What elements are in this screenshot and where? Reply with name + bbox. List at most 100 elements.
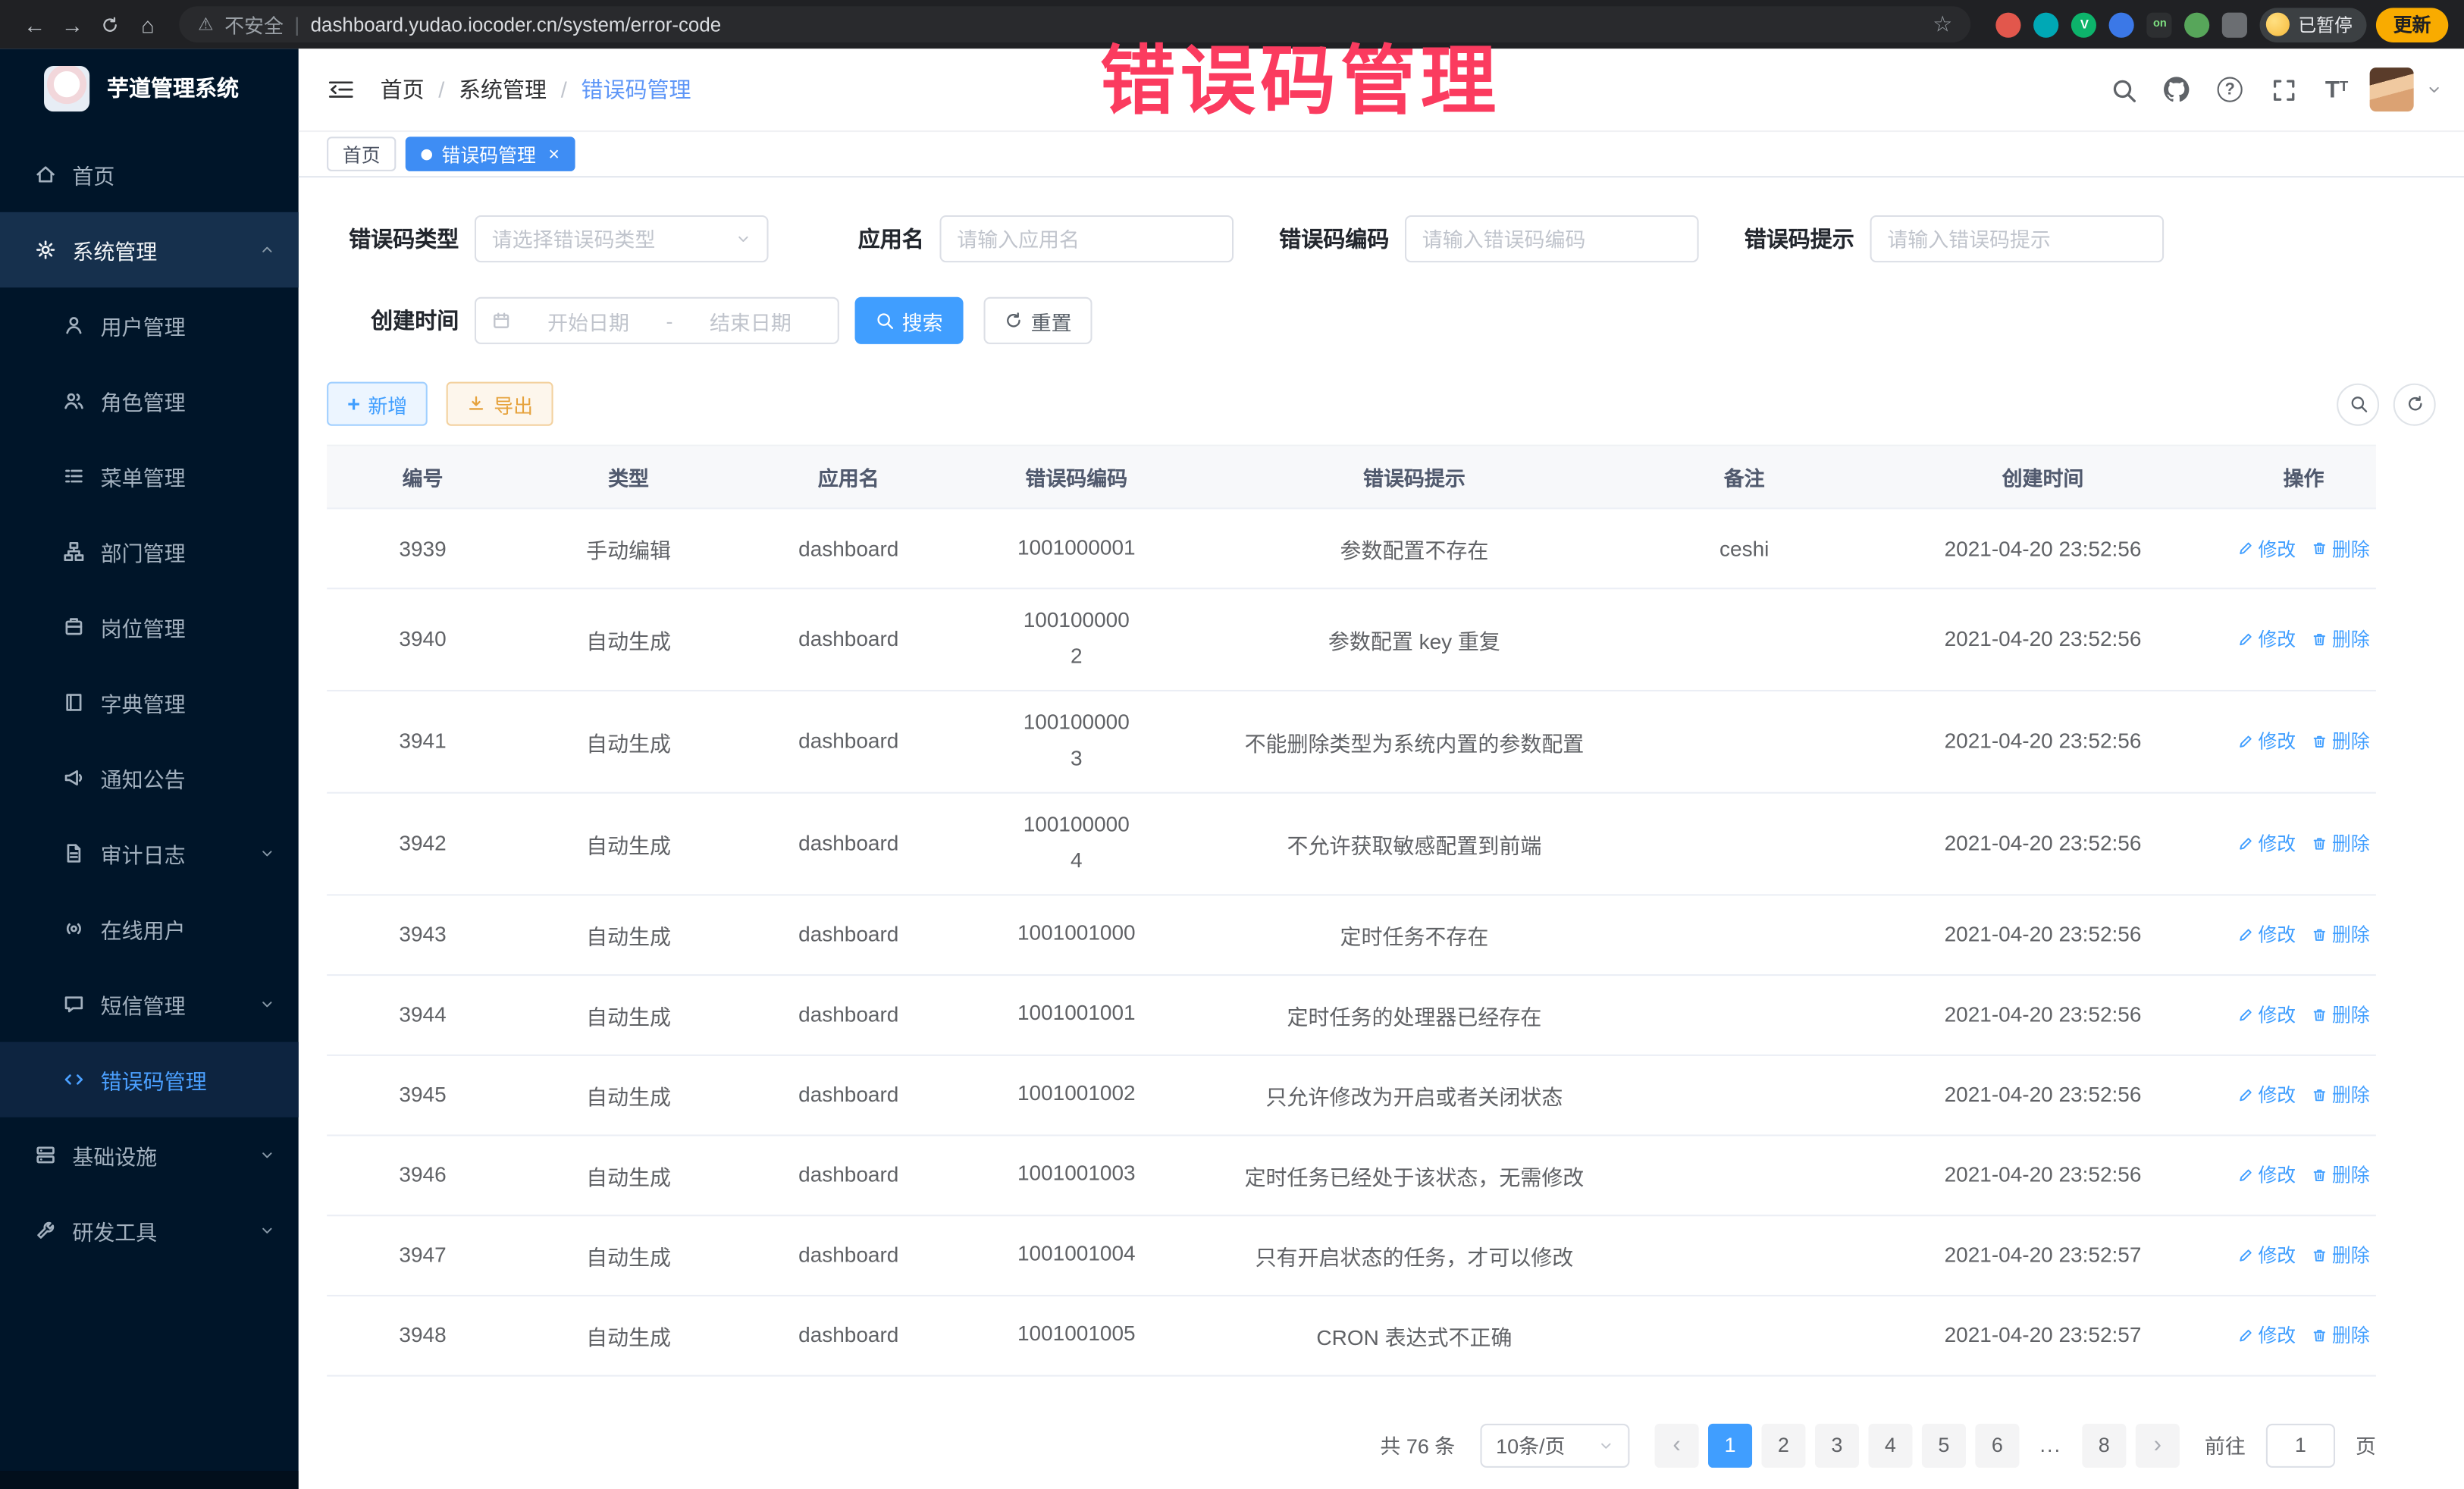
address-bar[interactable]: ⚠ 不安全 | dashboard.yudao.iocoder.cn/syste… <box>179 6 1971 42</box>
breadcrumb-home[interactable]: 首页 <box>381 74 425 105</box>
page-button-6[interactable]: 6 <box>1975 1423 2019 1467</box>
error-code-input[interactable] <box>1422 227 1682 251</box>
page-size-select[interactable]: 10条/页 <box>1480 1423 1629 1467</box>
delete-link[interactable]: 删除 <box>2312 830 2370 857</box>
sidebar-item-menus[interactable]: 菜单管理 <box>0 438 299 513</box>
sidebar-item-audit-logs[interactable]: 审计日志 <box>0 816 299 891</box>
refresh-table-button[interactable] <box>2393 383 2436 425</box>
sidebar-item-sms[interactable]: 短信管理 <box>0 967 299 1042</box>
help-button[interactable]: ? <box>2209 69 2250 110</box>
extension-icon-red[interactable] <box>1996 12 2021 37</box>
url-text[interactable]: dashboard.yudao.iocoder.cn/system/error-… <box>311 14 1922 36</box>
page-button-2[interactable]: 2 <box>1761 1423 1805 1467</box>
delete-link[interactable]: 删除 <box>2312 626 2370 653</box>
reset-button[interactable]: 重置 <box>984 297 1092 344</box>
sidebar-item-dictionary[interactable]: 字典管理 <box>0 665 299 740</box>
chevron-down-icon <box>259 1147 275 1163</box>
app-name-field[interactable] <box>939 215 1234 262</box>
sidebar-item-positions[interactable]: 岗位管理 <box>0 589 299 664</box>
user-avatar[interactable] <box>2370 67 2414 111</box>
sidebar-item-label: 角色管理 <box>101 385 186 416</box>
delete-link[interactable]: 删除 <box>2312 535 2370 562</box>
search-button[interactable]: 搜索 <box>855 297 964 344</box>
sidebar-item-error-codes[interactable]: 错误码管理 <box>0 1042 299 1117</box>
edit-link[interactable]: 修改 <box>2237 1081 2296 1108</box>
delete-link[interactable]: 删除 <box>2312 1002 2370 1028</box>
sidebar-item-dev-tools[interactable]: 研发工具 <box>0 1193 299 1268</box>
page-button-5[interactable]: 5 <box>1922 1423 1966 1467</box>
extension-icon-blue[interactable] <box>2110 12 2135 37</box>
sidebar-item-online-users[interactable]: 在线用户 <box>0 891 299 966</box>
page-button-8[interactable]: 8 <box>2082 1423 2126 1467</box>
page-button-3[interactable]: 3 <box>1815 1423 1859 1467</box>
goto-page-input[interactable] <box>2266 1423 2335 1467</box>
delete-link[interactable]: 删除 <box>2312 728 2370 754</box>
cell-hint: 不允许获取敏感配置到前端 <box>1194 804 1634 883</box>
browser-forward-button[interactable]: → <box>53 5 91 43</box>
sidebar-item-system[interactable]: 系统管理 <box>0 212 299 287</box>
profile-paused-chip[interactable]: 已暂停 <box>2261 7 2367 42</box>
app-name-input[interactable] <box>957 227 1216 251</box>
pencil-icon <box>2237 1167 2253 1183</box>
edit-link[interactable]: 修改 <box>2237 1242 2296 1268</box>
delete-link[interactable]: 删除 <box>2312 1081 2370 1108</box>
edit-link[interactable]: 修改 <box>2237 1002 2296 1028</box>
error-type-select-input[interactable] <box>492 227 726 251</box>
delete-link[interactable]: 删除 <box>2312 1242 2370 1268</box>
extension-icon-on-badge[interactable]: on <box>2147 12 2172 37</box>
delete-link[interactable]: 删除 <box>2312 1161 2370 1188</box>
cell-id: 3942 <box>327 808 519 879</box>
prev-page-button[interactable]: ‹ <box>1654 1423 1698 1467</box>
page-button-4[interactable]: 4 <box>1868 1423 1912 1467</box>
avatar-chevron-down-icon[interactable] <box>2426 82 2442 98</box>
export-button[interactable]: 导出 <box>447 382 553 426</box>
edit-link[interactable]: 修改 <box>2237 728 2296 754</box>
toggle-search-button[interactable] <box>2337 383 2379 425</box>
sidebar-item-departments[interactable]: 部门管理 <box>0 514 299 589</box>
extension-icon-green-v[interactable]: V <box>2072 12 2097 37</box>
app-logo[interactable]: 芋道管理系统 <box>0 49 299 127</box>
tab-error-codes[interactable]: 错误码管理 × <box>406 136 575 171</box>
error-type-select[interactable] <box>475 215 769 262</box>
edit-link[interactable]: 修改 <box>2237 535 2296 562</box>
next-page-button[interactable]: › <box>2136 1423 2180 1467</box>
github-link[interactable] <box>2156 69 2197 110</box>
extensions-puzzle-icon[interactable] <box>2223 12 2248 37</box>
delete-link[interactable]: 删除 <box>2312 921 2370 948</box>
sidebar-item-roles[interactable]: 角色管理 <box>0 363 299 438</box>
edit-link[interactable]: 修改 <box>2237 830 2296 857</box>
error-hint-field[interactable] <box>1870 215 2165 262</box>
add-button[interactable]: + 新增 <box>327 382 428 426</box>
header-search-button[interactable] <box>2102 69 2143 110</box>
error-code-field[interactable] <box>1405 215 1699 262</box>
tab-home[interactable]: 首页 <box>327 136 396 171</box>
extension-icon-teal[interactable] <box>2034 12 2059 37</box>
edit-link[interactable]: 修改 <box>2237 1161 2296 1188</box>
page-ellipsis-button[interactable]: ... <box>2029 1423 2073 1467</box>
page-button-1[interactable]: 1 <box>1708 1423 1752 1467</box>
create-time-range-picker[interactable]: 开始日期 - 结束日期 <box>475 297 839 344</box>
browser-back-button[interactable]: ← <box>16 5 54 43</box>
collapse-menu-button[interactable] <box>321 69 362 110</box>
sidebar-item-users[interactable]: 用户管理 <box>0 287 299 362</box>
edit-link[interactable]: 修改 <box>2237 626 2296 653</box>
security-label[interactable]: 不安全 <box>224 9 284 39</box>
browser-update-button[interactable]: 更新 <box>2376 7 2448 42</box>
fullscreen-button[interactable] <box>2263 69 2304 110</box>
browser-reload-button[interactable] <box>91 5 129 43</box>
sidebar-item-home[interactable]: 首页 <box>0 136 299 212</box>
extension-icon-leaf[interactable] <box>2185 12 2210 37</box>
browser-home-button[interactable]: ⌂ <box>129 5 167 43</box>
bookmark-star-icon[interactable]: ☆ <box>1933 11 1952 38</box>
breadcrumb-system[interactable]: 系统管理 <box>459 74 547 105</box>
sidebar-item-infrastructure[interactable]: 基础设施 <box>0 1118 299 1193</box>
delete-link[interactable]: 删除 <box>2312 1321 2370 1348</box>
edit-link[interactable]: 修改 <box>2237 1321 2296 1348</box>
sidebar-item-announcements[interactable]: 通知公告 <box>0 740 299 815</box>
error-hint-input[interactable] <box>1887 227 2146 251</box>
font-size-button[interactable]: TT <box>2316 69 2357 110</box>
sidebar-item-label: 审计日志 <box>101 838 186 869</box>
edit-link[interactable]: 修改 <box>2237 921 2296 948</box>
sidebar-footer-bar[interactable] <box>0 1471 299 1489</box>
tab-close-icon[interactable]: × <box>548 143 560 165</box>
